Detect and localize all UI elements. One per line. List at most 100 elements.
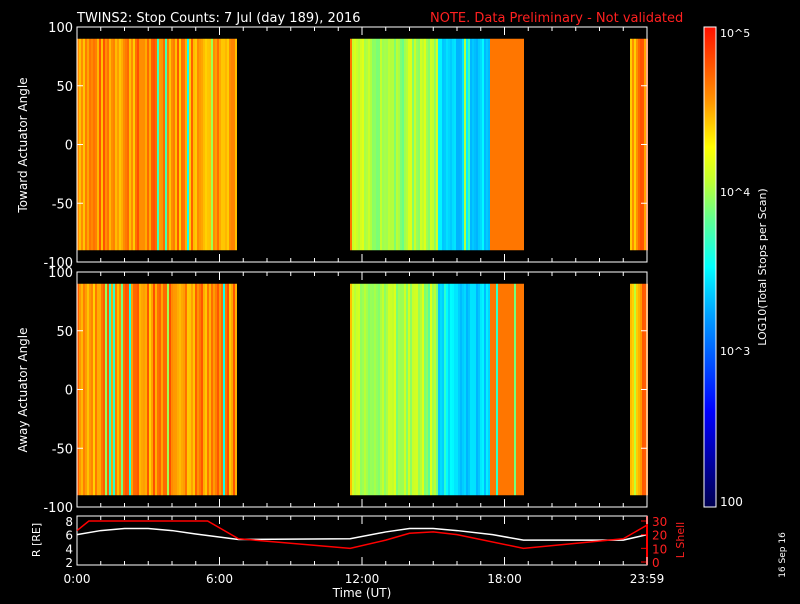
r-tick-label: 6 (65, 529, 73, 543)
orbit-line-r (76, 527, 648, 541)
heatmap-column (217, 38, 219, 251)
y-tick-label: 0 (65, 139, 73, 154)
heatmap-column (500, 283, 502, 496)
heatmap-column (129, 38, 131, 251)
colorbar (703, 26, 717, 508)
heatmap-column (131, 38, 133, 251)
heatmap-column (422, 38, 424, 251)
heatmap-column (368, 38, 370, 251)
y-tick-label: 50 (56, 325, 73, 340)
orbit-line-l-shell (76, 520, 648, 550)
heatmap-column (502, 38, 504, 251)
x-tick-label: 0:00 (64, 572, 91, 586)
heatmap-column (632, 38, 634, 251)
y-tick-label: 100 (48, 21, 73, 36)
orbit-lines: 8642 3020100 0:00 6:00 12:00 18:00 23:59 (64, 515, 668, 586)
heatmap-column (83, 38, 85, 251)
heatmap-column (406, 38, 408, 251)
heatmap-column (129, 283, 131, 496)
heatmap-column (418, 283, 420, 496)
heatmap-column (432, 283, 434, 496)
heatmap-column (163, 283, 165, 496)
heatmap-column (95, 38, 97, 251)
heatmap-column (193, 38, 195, 251)
heatmap-column (193, 283, 195, 496)
heatmap-column (207, 38, 209, 251)
heatmap-column (406, 283, 408, 496)
heatmap-column (456, 283, 458, 496)
heatmap-column (213, 38, 215, 251)
heatmap-column (638, 283, 640, 496)
heatmap-column (444, 38, 446, 251)
heatmap-column (157, 38, 159, 251)
heatmap-column (416, 283, 418, 496)
heatmap-column (179, 283, 181, 496)
heatmap-column (436, 283, 438, 496)
heatmap-column (205, 38, 207, 251)
heatmap-column (374, 283, 376, 496)
heatmap-column (175, 283, 177, 496)
heatmap-column (404, 38, 406, 251)
heatmap-column (460, 283, 462, 496)
heatmap-column (428, 283, 430, 496)
heatmap-column (360, 38, 362, 251)
heatmap-column (350, 38, 352, 251)
heatmap-column (380, 38, 382, 251)
heatmap-column (95, 283, 97, 496)
heatmap-column (438, 283, 440, 496)
heatmap-column (233, 38, 235, 251)
heatmap-column (189, 38, 191, 251)
heatmap-column (175, 38, 177, 251)
heatmap-column (159, 283, 161, 496)
heatmap-column (235, 283, 237, 496)
heatmap-column (117, 283, 119, 496)
heatmap-column (111, 38, 113, 251)
heatmap-column (199, 283, 201, 496)
y-tick-label: 50 (56, 80, 73, 95)
heatmap-column (512, 283, 514, 496)
heatmap-column (207, 283, 209, 496)
r-axis-label: R [RE] (30, 523, 43, 557)
heatmap-column (364, 283, 366, 496)
heatmap-column (121, 283, 123, 496)
heatmap-column (404, 283, 406, 496)
heatmap-column (446, 283, 448, 496)
heatmap-column (372, 283, 374, 496)
heatmap-column (492, 38, 494, 251)
heatmap-column (83, 283, 85, 496)
heatmap-column (229, 38, 231, 251)
heatmap-column (103, 38, 105, 251)
heatmap-column (366, 283, 368, 496)
heatmap-column (107, 38, 109, 251)
heatmap-column (392, 283, 394, 496)
heatmap-column (143, 283, 145, 496)
heatmap-column (482, 283, 484, 496)
y-tick-label: -50 (52, 197, 73, 212)
heatmap-column (634, 38, 636, 251)
heatmap-column (384, 38, 386, 251)
heatmap-column (448, 38, 450, 251)
heatmap-column (141, 283, 143, 496)
heatmap-column (478, 283, 480, 496)
heatmap-column (137, 283, 139, 496)
heatmap-column (416, 38, 418, 251)
heatmap-column (187, 38, 189, 251)
heatmap-column (356, 283, 358, 496)
chart-title: TWINS2: Stop Counts: 7 Jul (day 189), 20… (76, 11, 361, 26)
heatmap-column (201, 283, 203, 496)
heatmap-column (520, 38, 522, 251)
heatmap-column (221, 38, 223, 251)
heatmap-column (153, 283, 155, 496)
heatmap-column (352, 38, 354, 251)
heatmap-column (398, 283, 400, 496)
heatmap-column (638, 38, 640, 251)
heatmap-column (508, 38, 510, 251)
heatmap-column (157, 283, 159, 496)
l-tick-label: 0 (652, 556, 660, 570)
heatmap-column (438, 38, 440, 251)
heatmap-column (462, 283, 464, 496)
heatmap-column (484, 283, 486, 496)
heatmap-column (225, 283, 227, 496)
heatmap-column (508, 283, 510, 496)
heatmap-column (506, 38, 508, 251)
